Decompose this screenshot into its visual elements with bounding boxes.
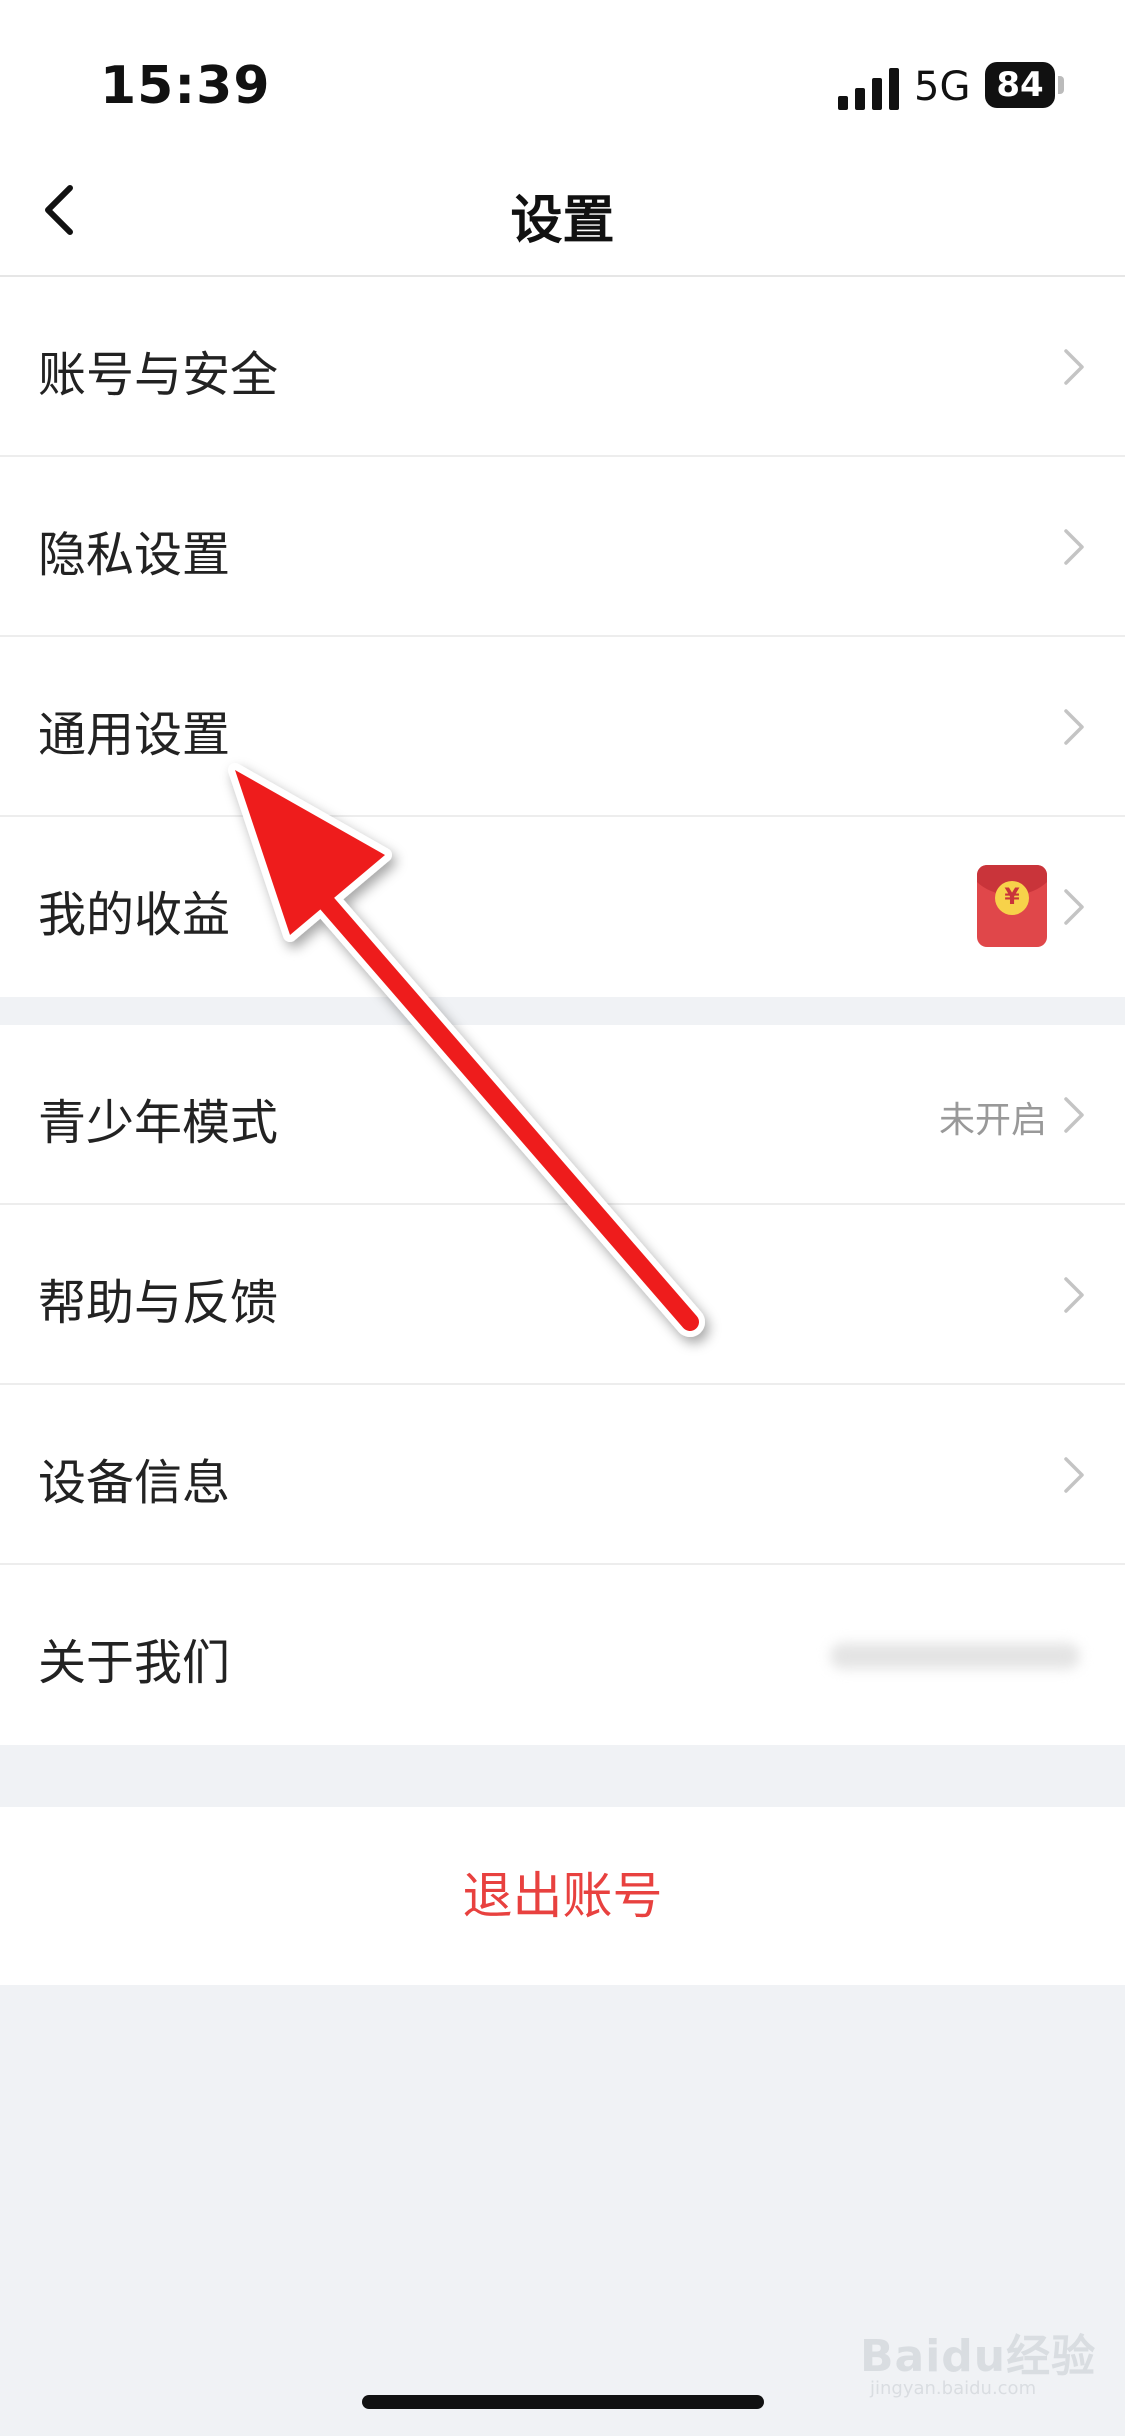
settings-item-label: 隐私设置 [38,527,231,583]
network-type: 5G [914,64,971,110]
settings-item-teen-mode[interactable]: 青少年模式 未开启 [0,1025,1125,1205]
back-arrow-icon[interactable] [30,180,90,240]
baidu-jingyan-watermark: Baidu经验 jingyan.baidu.com [860,2320,1110,2410]
cellular-signal-icon [838,68,899,110]
settings-item-label: 通用设置 [38,707,231,763]
yuan-coin-icon: ¥ [995,881,1029,915]
settings-item-account-security[interactable]: 账号与安全 [0,277,1125,457]
settings-item-label: 青少年模式 [38,1095,279,1151]
navigation-bar: 设置 [0,150,1125,277]
settings-item-label: 设备信息 [38,1455,231,1511]
red-envelope-icon: ¥ [977,865,1047,947]
home-indicator[interactable] [362,2395,764,2409]
chevron-right-icon [1064,889,1084,925]
settings-group-secondary: 青少年模式 未开启 帮助与反馈 设备信息 关于我们 [0,1025,1125,1745]
chevron-right-icon [1064,349,1084,385]
status-bar: 15:39 5G 84 [0,0,1125,150]
battery-level: 84 [996,65,1044,105]
settings-item-label: 账号与安全 [38,347,279,403]
chevron-right-icon [1064,1277,1084,1313]
settings-item-general[interactable]: 通用设置 [0,637,1125,817]
page-title: 设置 [510,191,615,251]
settings-item-earnings[interactable]: 我的收益 ¥ [0,817,1125,997]
settings-group-primary: 账号与安全 隐私设置 通用设置 我的收益 ¥ [0,277,1125,997]
teen-mode-status: 未开启 [938,1100,1047,1141]
chevron-right-icon [1064,529,1084,565]
settings-item-privacy[interactable]: 隐私设置 [0,457,1125,637]
settings-item-label: 关于我们 [38,1635,231,1691]
logout-section: 退出账号 [0,1807,1125,1985]
watermark-url: jingyan.baidu.com [870,2378,1037,2399]
chevron-right-icon [1064,1097,1084,1133]
settings-item-help-feedback[interactable]: 帮助与反馈 [0,1205,1125,1385]
settings-item-label: 我的收益 [38,887,231,943]
chevron-right-icon [1064,1457,1084,1493]
battery-icon: 84 [985,62,1065,110]
status-time: 15:39 [100,56,271,116]
logout-button[interactable]: 退出账号 [0,1807,1125,1985]
settings-item-device-info[interactable]: 设备信息 [0,1385,1125,1565]
battery-tip [1058,76,1064,94]
redacted-version-info [830,1643,1080,1669]
chevron-right-icon [1064,709,1084,745]
watermark-logo-text: Baidu经验 [860,2331,1097,2382]
settings-item-label: 帮助与反馈 [38,1275,279,1331]
settings-item-about-us[interactable]: 关于我们 [0,1565,1125,1745]
